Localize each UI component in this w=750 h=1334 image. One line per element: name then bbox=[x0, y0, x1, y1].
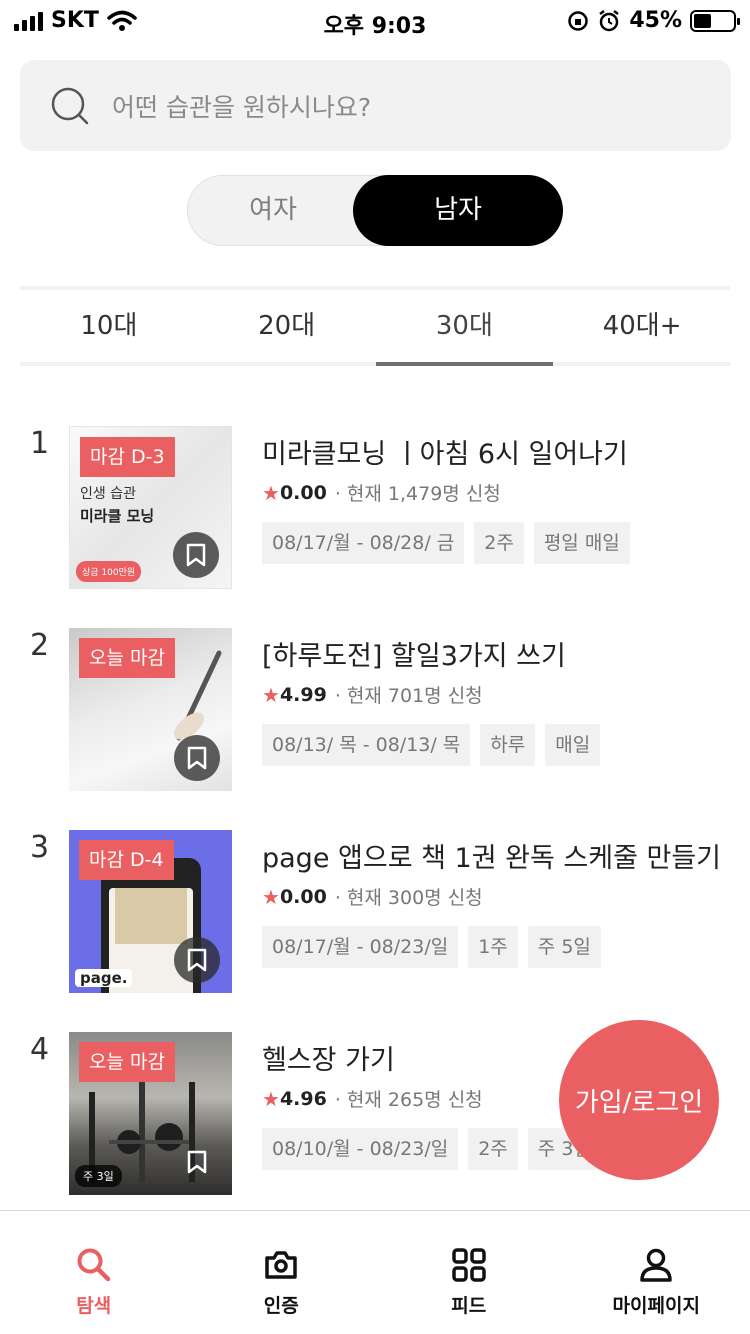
bookmark-button[interactable] bbox=[174, 937, 220, 983]
deadline-badge: 마감 D-4 bbox=[79, 840, 174, 880]
tag-frequency: 평일 매일 bbox=[533, 522, 630, 564]
tab-age-40s-plus[interactable]: 40대+ bbox=[553, 290, 731, 362]
item-rating: 0.00 bbox=[279, 885, 327, 908]
item-applicants: · 현재 701명 신청 bbox=[334, 685, 483, 707]
nav-label: 탐색 bbox=[76, 1295, 112, 1317]
deadline-badge: 마감 D-3 bbox=[80, 437, 175, 477]
item-thumbnail[interactable]: 주 3일 오늘 마감 bbox=[69, 1032, 232, 1195]
deadline-badge: 오늘 마감 bbox=[79, 1042, 175, 1082]
nav-item-feed[interactable]: 피드 bbox=[375, 1211, 563, 1334]
tag-duration: 1주 bbox=[468, 926, 518, 968]
user-icon bbox=[640, 1248, 672, 1282]
gender-toggle[interactable]: 여자 남자 bbox=[187, 175, 563, 246]
star-icon: ★ bbox=[262, 884, 280, 909]
nav-label: 마이페이지 bbox=[612, 1295, 700, 1317]
bookmark-icon bbox=[186, 543, 206, 567]
tag-duration: 2주 bbox=[468, 1128, 518, 1170]
star-icon: ★ bbox=[262, 480, 280, 505]
tab-age-10s[interactable]: 10대 bbox=[20, 290, 198, 362]
tab-age-30s[interactable]: 30대 bbox=[375, 290, 554, 366]
nav-label: 피드 bbox=[451, 1295, 487, 1317]
rank-number: 1 bbox=[30, 426, 50, 461]
tag-duration: 2주 bbox=[474, 522, 524, 564]
tag-duration: 하루 bbox=[480, 724, 536, 766]
thumbnail-caption: 인생 습관 bbox=[80, 486, 136, 502]
item-title[interactable]: page 앱으로 책 1권 완독 스케줄 만들기 bbox=[262, 836, 742, 875]
item-thumbnail[interactable]: 오늘 마감 bbox=[69, 628, 232, 791]
bookmark-icon bbox=[187, 948, 207, 972]
bottom-nav: 탐색 인증 피드 마이페이지 bbox=[0, 1210, 750, 1334]
item-thumbnail[interactable]: page. 마감 D-4 bbox=[69, 830, 232, 993]
rank-number: 2 bbox=[30, 628, 50, 663]
bookmark-icon bbox=[187, 746, 207, 770]
item-title[interactable]: 미라클모닝 ㅣ아침 6시 일어나기 bbox=[262, 432, 742, 471]
signup-login-button[interactable]: 가입/로그인 bbox=[559, 1020, 719, 1180]
grid-icon bbox=[452, 1248, 486, 1282]
item-applicants: · 현재 1,479명 신청 bbox=[334, 483, 501, 505]
thumbnail-title: 미라클 모닝 bbox=[80, 507, 155, 525]
rank-number: 3 bbox=[30, 830, 50, 865]
age-tabs: 10대 20대 30대 40대+ bbox=[20, 286, 731, 366]
nav-item-mypage[interactable]: 마이페이지 bbox=[563, 1211, 750, 1334]
page-logo: page. bbox=[75, 969, 133, 987]
star-icon: ★ bbox=[262, 1086, 280, 1111]
bookmark-button[interactable] bbox=[174, 735, 220, 781]
list-item[interactable]: 3 page. 마감 D-4 page 앱으로 책 1권 완독 스케줄 만들기 … bbox=[0, 830, 750, 995]
prize-badge: 상금 100만원 bbox=[76, 561, 142, 582]
camera-icon bbox=[265, 1251, 297, 1279]
search-icon bbox=[77, 1248, 110, 1282]
item-rating: 4.99 bbox=[279, 683, 327, 706]
bookmark-button[interactable] bbox=[174, 1139, 220, 1185]
gender-option-female[interactable]: 여자 bbox=[188, 175, 358, 246]
gender-option-male[interactable]: 남자 bbox=[353, 175, 563, 246]
tag-period: 08/10/월 - 08/23/일 bbox=[262, 1128, 459, 1170]
battery-icon bbox=[690, 9, 740, 32]
tab-age-20s[interactable]: 20대 bbox=[198, 290, 376, 362]
item-applicants: · 현재 300명 신청 bbox=[334, 887, 483, 909]
deadline-badge: 오늘 마감 bbox=[79, 638, 175, 678]
tag-period: 08/13/ 목 - 08/13/ 목 bbox=[262, 724, 471, 766]
star-icon: ★ bbox=[262, 682, 280, 707]
search-placeholder: 어떤 습관을 원하시나요? bbox=[112, 92, 372, 122]
item-applicants: · 현재 265명 신청 bbox=[334, 1089, 483, 1111]
bookmark-button[interactable] bbox=[173, 532, 219, 578]
nav-label: 인증 bbox=[263, 1295, 299, 1317]
item-title[interactable]: [하루도전] 할일3가지 쓰기 bbox=[262, 634, 742, 673]
orientation-lock-icon bbox=[568, 10, 589, 31]
list-item[interactable]: 1 인생 습관 미라클 모닝 상금 100만원 마감 D-3 미라클모닝 ㅣ아침… bbox=[0, 426, 750, 591]
rank-number: 4 bbox=[30, 1032, 50, 1067]
weekly-frequency-badge: 주 3일 bbox=[75, 1165, 122, 1187]
search-bar[interactable]: 어떤 습관을 원하시나요? bbox=[20, 60, 731, 151]
item-rating: 0.00 bbox=[279, 481, 327, 504]
tag-period: 08/17/월 - 08/28/ 금 bbox=[262, 522, 465, 564]
item-thumbnail[interactable]: 인생 습관 미라클 모닝 상금 100만원 마감 D-3 bbox=[69, 426, 232, 589]
tag-frequency: 주 5일 bbox=[527, 926, 601, 968]
tag-period: 08/17/월 - 08/23/일 bbox=[262, 926, 459, 968]
battery-percent: 45% bbox=[629, 8, 682, 33]
item-rating: 4.96 bbox=[279, 1087, 327, 1110]
nav-item-explore[interactable]: 탐색 bbox=[0, 1211, 188, 1334]
tag-frequency: 매일 bbox=[545, 724, 601, 766]
list-item[interactable]: 2 오늘 마감 [하루도전] 할일3가지 쓰기 ★ 4.99 · 현재 701명… bbox=[0, 628, 750, 793]
alarm-icon bbox=[599, 9, 620, 31]
bookmark-icon bbox=[187, 1150, 207, 1174]
nav-item-verify[interactable]: 인증 bbox=[188, 1211, 376, 1334]
search-icon bbox=[51, 87, 89, 124]
status-bar: SKT 오후 9:03 45% bbox=[0, 0, 750, 42]
